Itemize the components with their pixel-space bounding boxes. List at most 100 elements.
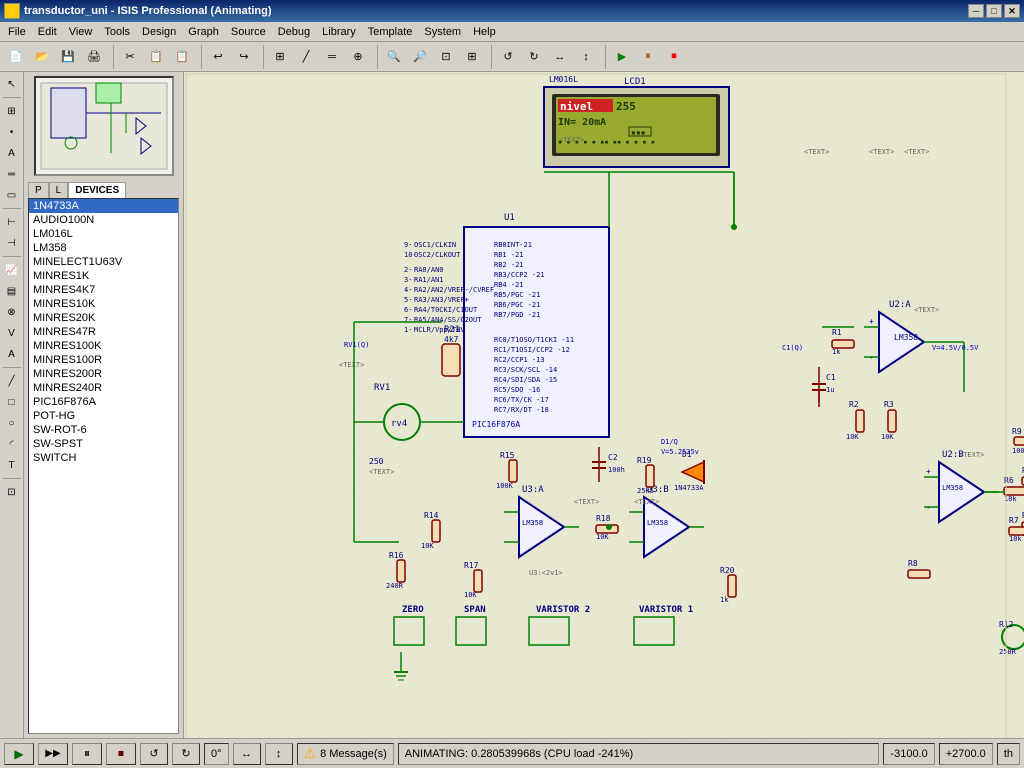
svg-text:R9: R9 [1012, 427, 1022, 436]
junction-button[interactable]: ⊕ [346, 45, 370, 69]
zoom-out-button[interactable]: 🔎 [408, 45, 432, 69]
menu-design[interactable]: Design [136, 24, 182, 40]
component-button[interactable]: ⊞ [268, 45, 292, 69]
junction-tool[interactable]: • [2, 122, 22, 142]
play-button[interactable]: ▶ [610, 45, 634, 69]
text-tool[interactable]: T [2, 455, 22, 475]
cut-button[interactable]: ✂ [118, 45, 142, 69]
minimize-button[interactable]: ─ [968, 4, 984, 18]
copy-button[interactable]: 📋 [144, 45, 168, 69]
svg-text:ZERO: ZERO [402, 605, 424, 615]
device-SW-SPST[interactable]: SW-SPST [29, 437, 178, 451]
close-button[interactable]: ✕ [1004, 4, 1020, 18]
menu-file[interactable]: File [2, 24, 32, 40]
menu-view[interactable]: View [63, 24, 99, 40]
undo-button[interactable]: ↩ [206, 45, 230, 69]
main-layout: ↖ ⊞ • A ═ ▭ ⊢ ⊣ 📈 ▤ ⊗ V A ╱ □ ○ ◜ T ⊡ [0, 72, 1024, 738]
device-PIC16F876A[interactable]: PIC16F876A [29, 395, 178, 409]
rotate-left-button[interactable]: ↺ [496, 45, 520, 69]
voltage-probe-tool[interactable]: V [2, 323, 22, 343]
device-MINELECT1U63V[interactable]: MINELECT1U63V [29, 255, 178, 269]
device-MINRES200R[interactable]: MINRES200R [29, 367, 178, 381]
flip-v-button[interactable]: ↕ [574, 45, 598, 69]
snap-tool[interactable]: ⊡ [2, 482, 22, 502]
pause-button[interactable]: ⏸ [636, 45, 660, 69]
device-SW-ROT-6[interactable]: SW-ROT-6 [29, 423, 178, 437]
device-1N4733A[interactable]: 1N4733A [29, 199, 178, 213]
menu-help[interactable]: Help [467, 24, 502, 40]
redo-button[interactable]: ↪ [232, 45, 256, 69]
circle-tool[interactable]: ○ [2, 413, 22, 433]
rotate-ccw-button[interactable]: ↺ [140, 743, 168, 765]
toolbar-sep2 [198, 45, 202, 69]
rotate-cw-button[interactable]: ↻ [172, 743, 200, 765]
tab-l[interactable]: L [49, 182, 69, 198]
line-tool[interactable]: ╱ [2, 371, 22, 391]
sim-stop-button[interactable]: ⏹ [106, 743, 136, 765]
menu-debug[interactable]: Debug [272, 24, 316, 40]
device-MINRES10K[interactable]: MINRES10K [29, 297, 178, 311]
wire-button[interactable]: ╱ [294, 45, 318, 69]
tab-p[interactable]: P [28, 182, 49, 198]
save-button[interactable]: 💾 [56, 45, 80, 69]
schematic-canvas[interactable]: LCD1 LM016L nivel 255 IN= 20mA ▪▪▪ ▪ ▪ ▪… [184, 72, 1024, 738]
device-LM016L[interactable]: LM016L [29, 227, 178, 241]
device-MINRES1K[interactable]: MINRES1K [29, 269, 178, 283]
canvas-area[interactable]: LCD1 LM016L nivel 255 IN= 20mA ▪▪▪ ▪ ▪ ▪… [184, 72, 1024, 738]
current-probe-tool[interactable]: A [2, 344, 22, 364]
menu-edit[interactable]: Edit [32, 24, 63, 40]
device-AUDIO100N[interactable]: AUDIO100N [29, 213, 178, 227]
rotate-right-button[interactable]: ↻ [522, 45, 546, 69]
mirror-h-button[interactable]: ↔ [233, 743, 261, 765]
open-button[interactable]: 📂 [30, 45, 54, 69]
print-button[interactable]: 🖨 [82, 45, 106, 69]
menu-template[interactable]: Template [362, 24, 419, 40]
svg-text:IN= 20mA: IN= 20mA [558, 117, 606, 128]
subcircuit-tool[interactable]: ▭ [2, 185, 22, 205]
zoom-all-button[interactable]: ⊡ [434, 45, 458, 69]
menu-system[interactable]: System [418, 24, 467, 40]
device-SWITCH[interactable]: SWITCH [29, 451, 178, 465]
menu-library[interactable]: Library [316, 24, 362, 40]
device-MINRES240R[interactable]: MINRES240R [29, 381, 178, 395]
device-MINRES47R[interactable]: MINRES47R [29, 325, 178, 339]
sim-play-button[interactable]: ▶ [4, 743, 34, 765]
generator-tool[interactable]: ⊗ [2, 302, 22, 322]
bus-button[interactable]: ═ [320, 45, 344, 69]
coord-y: +2700.0 [939, 743, 993, 765]
arc-tool[interactable]: ◜ [2, 434, 22, 454]
device-LM358[interactable]: LM358 [29, 241, 178, 255]
coord-y-value: +2700.0 [946, 748, 986, 760]
tape-tool[interactable]: ▤ [2, 281, 22, 301]
menu-graph[interactable]: Graph [182, 24, 225, 40]
stop-button[interactable]: ⏹ [662, 45, 686, 69]
wire-label-tool[interactable]: A [2, 143, 22, 163]
device-MINRES4K7[interactable]: MINRES4K7 [29, 283, 178, 297]
sim-step-button[interactable]: ▶▶ [38, 743, 68, 765]
tab-devices[interactable]: DEVICES [68, 182, 126, 198]
box-tool[interactable]: □ [2, 392, 22, 412]
sim-pause-button[interactable]: ⏸ [72, 743, 102, 765]
menu-source[interactable]: Source [225, 24, 272, 40]
zoom-area-button[interactable]: ⊞ [460, 45, 484, 69]
device-MINRES20K[interactable]: MINRES20K [29, 311, 178, 325]
component-tool[interactable]: ⊞ [2, 101, 22, 121]
device-MINRES100K[interactable]: MINRES100K [29, 339, 178, 353]
new-button[interactable]: 📄 [4, 45, 28, 69]
flip-h-button[interactable]: ↔ [548, 45, 572, 69]
device-list[interactable]: 1N4733A AUDIO100N LM016L LM358 MINELECT1… [28, 198, 179, 734]
menu-tools[interactable]: Tools [98, 24, 136, 40]
select-tool[interactable]: ↖ [2, 74, 22, 94]
device-MINRES100R[interactable]: MINRES100R [29, 353, 178, 367]
mirror-v-button[interactable]: ↕ [265, 743, 293, 765]
terminal-tool[interactable]: ⊢ [2, 212, 22, 232]
paste-button[interactable]: 📋 [170, 45, 194, 69]
animating-status: ANIMATING: 0.280539968s (CPU load -241%) [398, 743, 880, 765]
device-POT-HG[interactable]: POT-HG [29, 409, 178, 423]
graph-tool[interactable]: 📈 [2, 260, 22, 280]
bus-tool[interactable]: ═ [2, 164, 22, 184]
zoom-in-button[interactable]: 🔍 [382, 45, 406, 69]
device-pin-tool[interactable]: ⊣ [2, 233, 22, 253]
maximize-button[interactable]: □ [986, 4, 1002, 18]
svg-text:C1(Q): C1(Q) [782, 344, 803, 352]
